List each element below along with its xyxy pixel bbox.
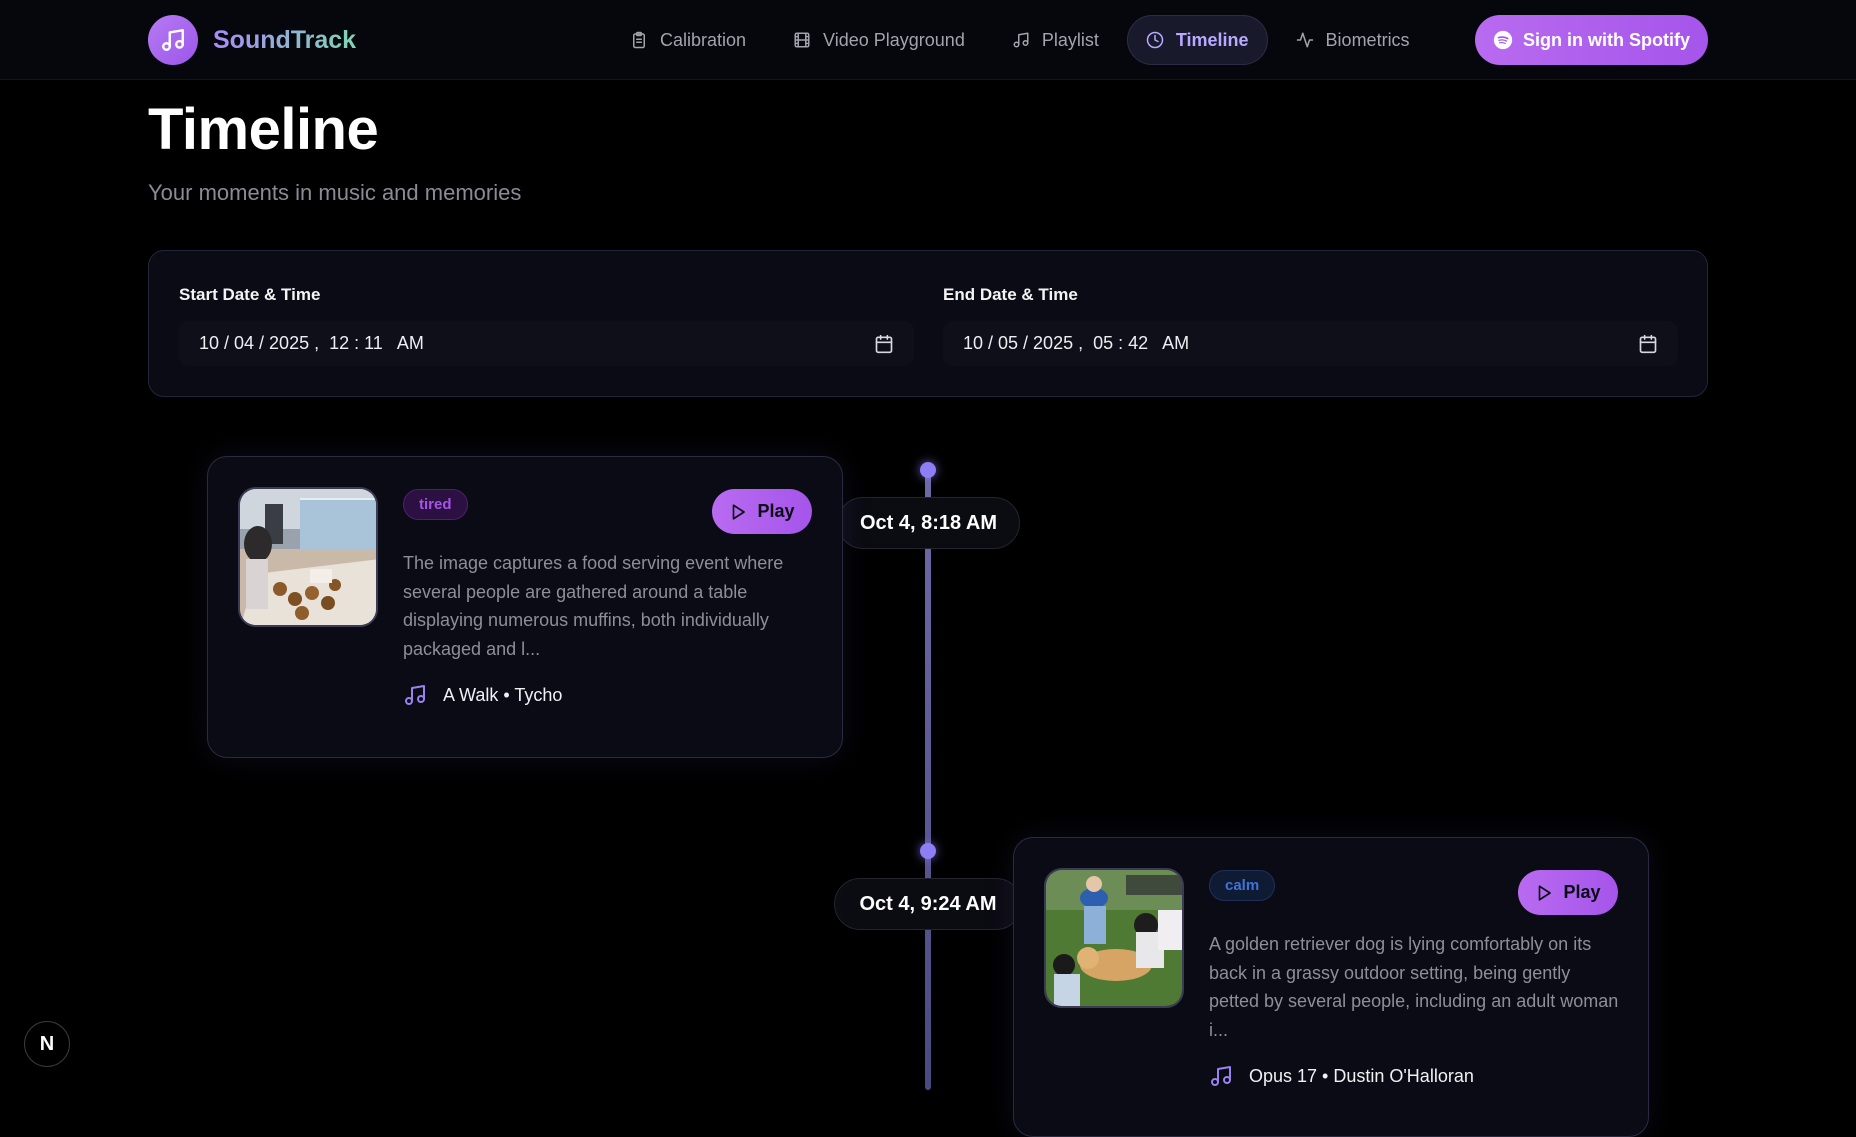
main-nav: Calibration Video Playground Playlist Ti… bbox=[611, 15, 1438, 65]
end-datetime-input[interactable]: 10 / 05 / 2025 , 05 : 42 AM bbox=[943, 321, 1678, 366]
play-button[interactable]: Play bbox=[1518, 870, 1618, 915]
sign-in-spotify-button[interactable]: Sign in with Spotify bbox=[1475, 15, 1708, 65]
mood-badge: tired bbox=[403, 489, 468, 520]
music-note-logo-icon bbox=[148, 15, 198, 65]
play-button[interactable]: Play bbox=[712, 489, 812, 534]
timeline-axis bbox=[925, 470, 931, 1090]
nav-item-label: Biometrics bbox=[1325, 29, 1410, 50]
start-date-group: Start Date & Time 10 / 04 / 2025 , 12 : … bbox=[179, 285, 914, 366]
nav-item-timeline[interactable]: Timeline bbox=[1126, 15, 1268, 65]
page-subtitle: Your moments in music and memories bbox=[148, 180, 522, 205]
song-info[interactable]: A Walk • Tycho bbox=[403, 683, 562, 707]
sign-in-spotify-label: Sign in with Spotify bbox=[1523, 29, 1690, 50]
memory-thumbnail[interactable] bbox=[238, 487, 378, 627]
timestamp-pill: Oct 4, 9:24 AM bbox=[834, 878, 1022, 930]
spotify-icon bbox=[1493, 30, 1513, 50]
food-serving-event-photo bbox=[240, 489, 376, 625]
calendar-icon[interactable] bbox=[1638, 334, 1658, 354]
top-navbar: SoundTrack Calibration Video Playground … bbox=[0, 0, 1856, 80]
calendar-icon[interactable] bbox=[874, 334, 894, 354]
timestamp-pill: Oct 4, 8:18 AM bbox=[837, 497, 1020, 549]
timeline-card: calm Play A golden retriever dog is lyin… bbox=[1013, 837, 1649, 1137]
start-date-label: Start Date & Time bbox=[179, 285, 321, 304]
play-label: Play bbox=[757, 501, 795, 521]
activity-icon bbox=[1296, 32, 1313, 48]
play-label: Play bbox=[1563, 882, 1601, 902]
music-note-icon bbox=[1013, 32, 1029, 48]
timeline-dot bbox=[920, 462, 936, 478]
end-date-group: End Date & Time 10 / 05 / 2025 , 05 : 42… bbox=[943, 285, 1678, 366]
song-title-artist: A Walk • Tycho bbox=[443, 684, 563, 705]
date-range-filter: Start Date & Time 10 / 04 / 2025 , 12 : … bbox=[148, 250, 1708, 397]
music-note-icon bbox=[1211, 1066, 1231, 1086]
brand-name: SoundTrack bbox=[213, 25, 357, 54]
play-icon bbox=[1539, 884, 1552, 901]
song-title-artist: Opus 17 • Dustin O'Halloran bbox=[1249, 1065, 1474, 1086]
end-date-label: End Date & Time bbox=[943, 285, 1078, 304]
timeline-dot bbox=[920, 843, 936, 859]
start-datetime-input[interactable]: 10 / 04 / 2025 , 12 : 11 AM bbox=[179, 321, 914, 366]
timeline-card: tired Play The image captures a food ser… bbox=[207, 456, 843, 758]
clock-icon bbox=[1146, 31, 1164, 49]
nav-item-label: Timeline bbox=[1175, 29, 1249, 50]
nav-item-label: Calibration bbox=[660, 29, 747, 50]
play-icon bbox=[733, 503, 746, 520]
nav-item-calibration[interactable]: Calibration bbox=[611, 15, 765, 65]
nav-item-label: Video Playground bbox=[823, 29, 965, 50]
nav-item-video-playground[interactable]: Video Playground bbox=[774, 15, 984, 65]
memory-description: A golden retriever dog is lying comforta… bbox=[1209, 934, 1619, 1040]
nav-item-biometrics[interactable]: Biometrics bbox=[1277, 15, 1429, 65]
clipboard-icon bbox=[633, 31, 645, 49]
dev-badge-letter: N bbox=[39, 1032, 55, 1055]
nav-item-label: Playlist bbox=[1041, 29, 1099, 50]
end-datetime-value: 10 / 05 / 2025 , 05 : 42 AM bbox=[963, 333, 1190, 353]
film-icon bbox=[794, 32, 810, 48]
memory-thumbnail[interactable] bbox=[1044, 868, 1184, 1008]
memory-description: The image captures a food serving event … bbox=[403, 553, 784, 659]
mood-badge: calm bbox=[1209, 870, 1276, 901]
page-title: Timeline bbox=[148, 97, 379, 162]
music-note-icon bbox=[405, 685, 425, 705]
start-datetime-value: 10 / 04 / 2025 , 12 : 11 AM bbox=[199, 333, 424, 353]
nav-item-playlist[interactable]: Playlist bbox=[993, 15, 1118, 65]
dev-tools-badge[interactable]: N bbox=[24, 1021, 70, 1067]
brand[interactable]: SoundTrack bbox=[148, 15, 356, 65]
song-info[interactable]: Opus 17 • Dustin O'Halloran bbox=[1209, 1064, 1474, 1088]
golden-retriever-petting-photo bbox=[1046, 870, 1182, 1006]
